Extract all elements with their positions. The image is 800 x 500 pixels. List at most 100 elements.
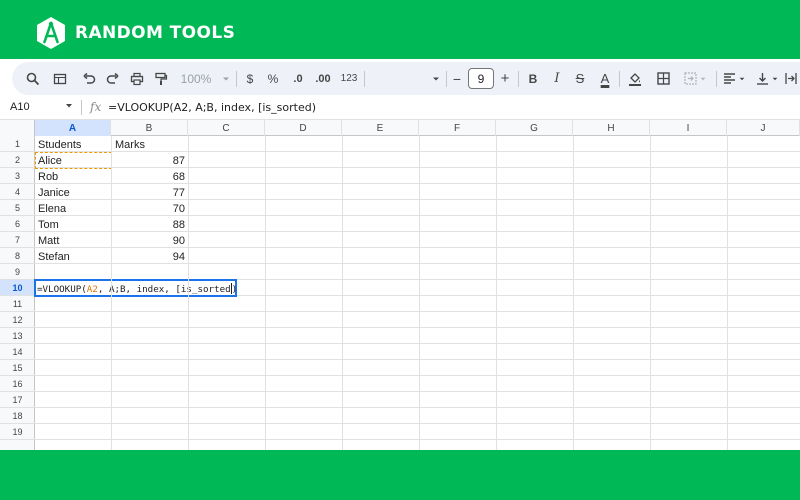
row-header-6[interactable]: 6 — [0, 216, 35, 232]
chevron-down-icon — [772, 77, 777, 80]
student-marks[interactable]: 87 — [112, 153, 185, 169]
formula-suffix: , A;B, index, [is_sorted — [97, 284, 231, 295]
student-marks[interactable]: 94 — [112, 249, 185, 265]
student-name[interactable]: Janice — [38, 185, 70, 201]
tables-button[interactable] — [49, 62, 71, 95]
row-header-9[interactable]: 9 — [0, 264, 35, 280]
student-marks[interactable]: 68 — [112, 169, 185, 185]
student-marks[interactable]: 88 — [112, 217, 185, 233]
align-left-icon — [723, 73, 735, 84]
student-marks[interactable]: 70 — [112, 201, 185, 217]
more-formats-button[interactable]: 123 — [337, 62, 361, 95]
grid-line — [727, 136, 728, 450]
student-name[interactable]: Stefan — [38, 249, 70, 265]
row-header-19[interactable]: 19 — [0, 424, 35, 440]
row-header-8[interactable]: 8 — [0, 248, 35, 264]
row-header-10[interactable]: 10 — [0, 280, 35, 296]
row-header-11[interactable]: 11 — [0, 296, 35, 312]
row-header-15[interactable]: 15 — [0, 360, 35, 376]
row-header-18[interactable]: 18 — [0, 408, 35, 424]
function-icon: fx — [90, 100, 102, 114]
column-header-d[interactable]: D — [265, 120, 342, 136]
column-header-g[interactable]: G — [496, 120, 573, 136]
select-all-corner[interactable] — [0, 120, 35, 136]
search-icon — [26, 72, 40, 85]
increase-decimal-button[interactable]: .00 — [311, 62, 335, 95]
row-header-3[interactable]: 3 — [0, 168, 35, 184]
grid-line — [265, 136, 266, 450]
horizontal-align-button[interactable] — [719, 62, 749, 95]
percent-format-button[interactable]: % — [263, 62, 283, 95]
font-family-select[interactable] — [368, 62, 444, 95]
row-header-2[interactable]: 2 — [0, 152, 35, 168]
merge-cells-icon — [683, 72, 697, 85]
grid-line — [111, 136, 112, 450]
undo-button[interactable] — [78, 62, 100, 95]
student-name[interactable]: Elena — [38, 201, 66, 217]
vertical-align-button[interactable] — [752, 62, 782, 95]
name-box[interactable]: A10 — [10, 101, 30, 113]
decrease-decimal-button[interactable]: .0 — [287, 62, 309, 95]
redo-icon — [106, 72, 119, 84]
column-header-e[interactable]: E — [342, 120, 419, 136]
column-header-j[interactable]: J — [727, 120, 800, 136]
formula-prefix: =VLOOKUP( — [37, 284, 87, 295]
header-marks[interactable]: Marks — [115, 137, 145, 153]
font-size-input[interactable]: 9 — [468, 68, 494, 89]
column-header-f[interactable]: F — [419, 120, 496, 136]
spreadsheet-window: 100% $ % .0 .00 123 − 9 + B I S A A10 fx… — [0, 59, 800, 450]
formula-input[interactable]: =VLOOKUP(A2, A;B, index, [is_sorted) — [108, 101, 316, 114]
chevron-down-icon[interactable] — [64, 102, 74, 110]
text-wrapping-button[interactable] — [782, 62, 800, 95]
printer-icon — [130, 72, 144, 85]
column-header-h[interactable]: H — [573, 120, 650, 136]
merge-cells-button[interactable] — [678, 62, 712, 95]
toolbar-divider — [518, 71, 519, 87]
font-size-increase-button[interactable]: + — [497, 62, 513, 95]
currency-format-button[interactable]: $ — [240, 62, 260, 95]
student-name[interactable]: Matt — [38, 233, 59, 249]
student-name[interactable]: Rob — [38, 169, 58, 185]
student-marks[interactable]: 77 — [112, 185, 185, 201]
row-header-7[interactable]: 7 — [0, 232, 35, 248]
bottom-banner — [0, 450, 800, 500]
active-cell-editor[interactable]: =VLOOKUP(A2, A;B, index, [is_sorted) — [34, 279, 237, 297]
number-format-label: 123 — [340, 73, 358, 84]
student-name[interactable]: Alice — [38, 153, 62, 169]
bold-button[interactable]: B — [522, 62, 544, 95]
search-menus-button[interactable] — [22, 62, 44, 95]
minus-icon: − — [452, 70, 462, 87]
print-button[interactable] — [126, 62, 148, 95]
italic-button[interactable]: I — [546, 62, 568, 95]
row-header-4[interactable]: 4 — [0, 184, 35, 200]
strikethrough-button[interactable]: S — [569, 62, 591, 95]
row-header-16[interactable]: 16 — [0, 376, 35, 392]
row-header-5[interactable]: 5 — [0, 200, 35, 216]
borders-button[interactable] — [652, 62, 674, 95]
chevron-down-icon — [433, 77, 439, 80]
toolbar: 100% $ % .0 .00 123 − 9 + B I S A — [12, 62, 800, 95]
redo-button[interactable] — [102, 62, 124, 95]
row-header-14[interactable]: 14 — [0, 344, 35, 360]
header-students[interactable]: Students — [38, 137, 81, 153]
cell-area[interactable]: Students Marks Alice 87 Rob 68 Janice 77… — [34, 136, 800, 450]
font-size-decrease-button[interactable]: − — [449, 62, 465, 95]
brand-banner: RANDOM TOOLS — [0, 0, 800, 59]
row-header-17[interactable]: 17 — [0, 392, 35, 408]
column-header-i[interactable]: I — [650, 120, 727, 136]
grid-line — [419, 136, 420, 450]
text-color-button[interactable]: A — [594, 62, 616, 95]
zoom-select[interactable]: 100% — [176, 62, 236, 95]
row-header-12[interactable]: 12 — [0, 312, 35, 328]
fill-color-button[interactable] — [624, 62, 646, 95]
student-marks[interactable]: 90 — [112, 233, 185, 249]
row-header-1[interactable]: 1 — [0, 136, 35, 152]
column-header-c[interactable]: C — [188, 120, 265, 136]
row-header-13[interactable]: 13 — [0, 328, 35, 344]
grid-line — [35, 375, 800, 376]
column-header-b[interactable]: B — [111, 120, 188, 136]
column-header-a[interactable]: A — [35, 120, 111, 136]
paint-format-button[interactable] — [150, 62, 172, 95]
student-name[interactable]: Tom — [38, 217, 59, 233]
grid-line — [35, 327, 800, 328]
